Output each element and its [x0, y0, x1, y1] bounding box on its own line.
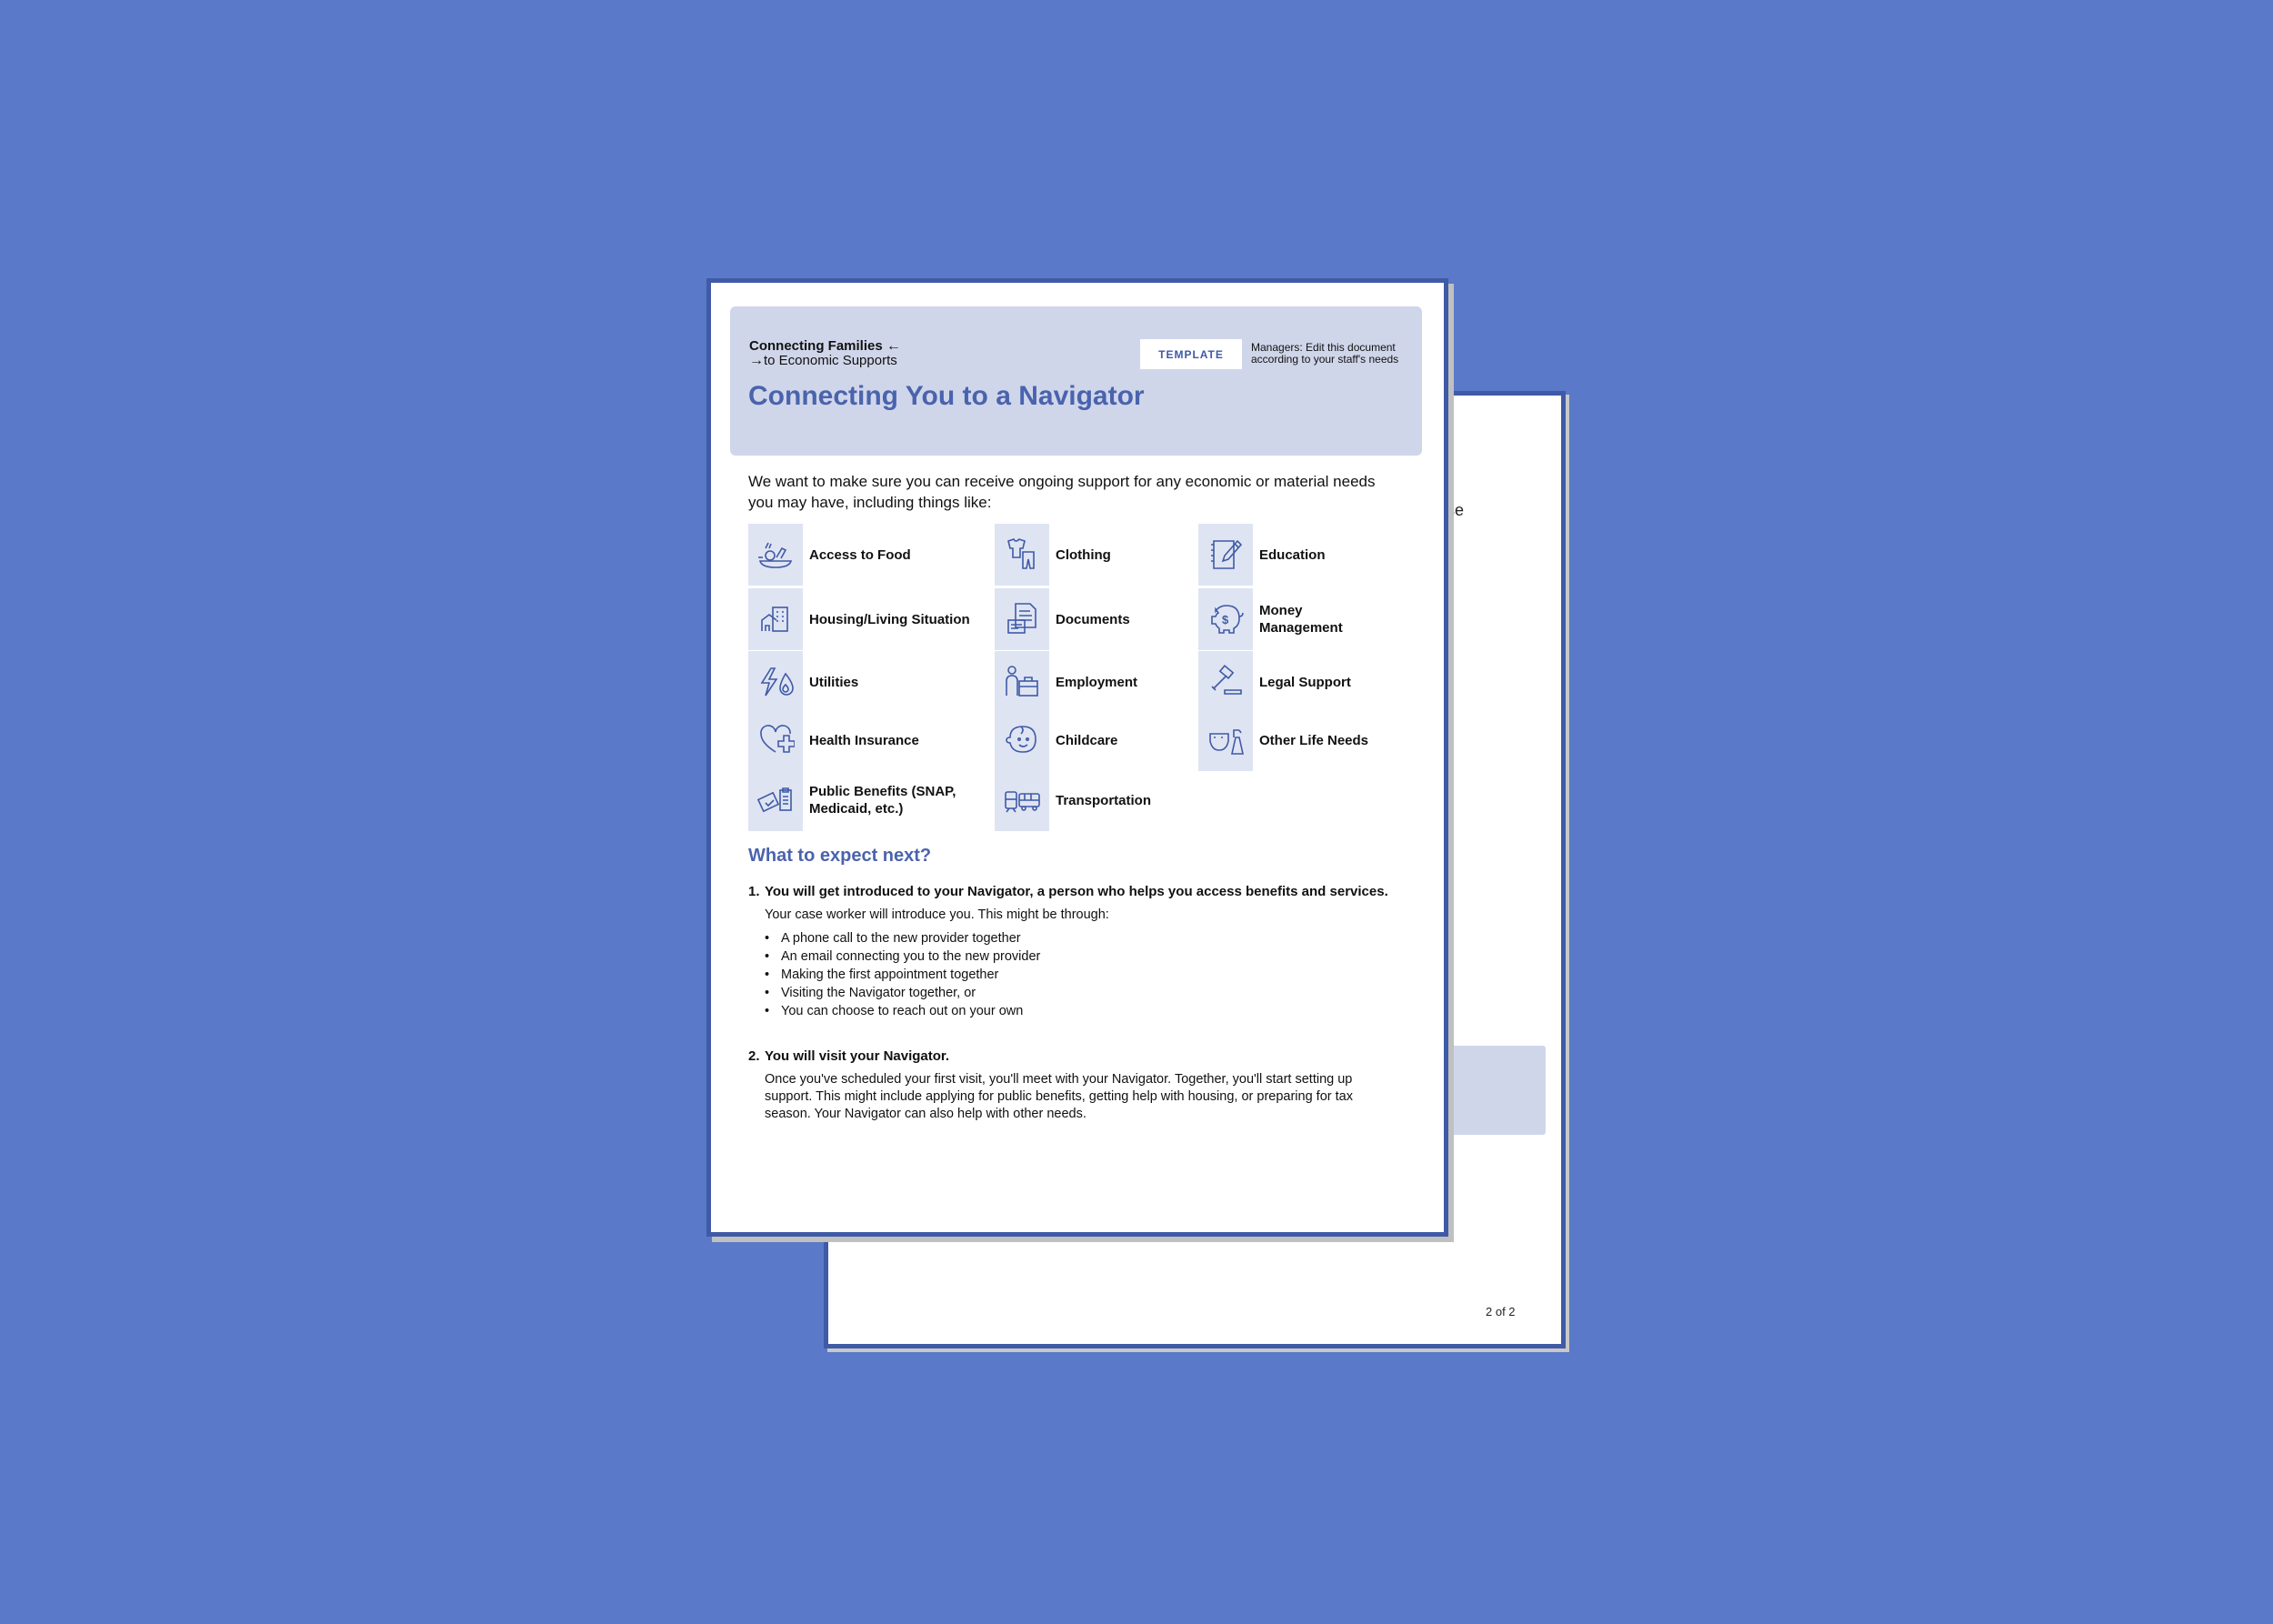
need-label: Clothing	[1056, 546, 1111, 563]
manager-note: Managers: Edit this document according t…	[1251, 341, 1399, 366]
need-label: Utilities	[809, 674, 859, 690]
step-1-title: 1. You will get introduced to your Naviga…	[748, 884, 1421, 899]
need-label: Access to Food	[809, 546, 911, 563]
need-item-utilities: Utilities	[748, 651, 858, 713]
need-item-other: Other Life Needs	[1198, 709, 1368, 771]
need-label: Other Life Needs	[1259, 732, 1369, 748]
step-1-description: Your case worker will introduce you. Thi…	[765, 907, 1109, 922]
page-header: Connecting Families ← →to Economic Suppo…	[730, 306, 1422, 456]
logo-line-2: to Economic Supports	[764, 353, 897, 368]
need-item-food: Access to Food	[748, 524, 911, 586]
list-item: You can choose to reach out on your own	[765, 1002, 1421, 1020]
step-title-text: You will visit your Navigator.	[765, 1048, 950, 1064]
logo: Connecting Families ← →to Economic Suppo…	[749, 339, 901, 368]
need-label: Transportation	[1056, 792, 1152, 808]
piggy-bank-icon: $	[1198, 588, 1253, 650]
list-item: Making the first appointment together	[765, 966, 1421, 984]
benefits-icon	[748, 769, 803, 831]
need-item-health: Health Insurance	[748, 709, 919, 771]
need-label: Public Benefits (SNAP, Medicaid, etc.)	[809, 784, 956, 817]
svg-text:$: $	[1222, 613, 1229, 627]
need-label: Childcare	[1056, 732, 1118, 748]
need-item-documents: Documents	[995, 588, 1130, 650]
need-item-transportation: Transportation	[995, 769, 1151, 831]
page-number: 2 of 2	[1486, 1305, 1516, 1318]
list-item: Visiting the Navigator together, or	[765, 984, 1421, 1002]
list-item: A phone call to the new provider togethe…	[765, 929, 1421, 947]
next-steps-heading: What to expect next?	[748, 846, 932, 866]
intro-text: We want to make sure you can receive ong…	[748, 473, 1376, 511]
arrow-left-icon: ←	[886, 338, 901, 354]
need-item-education: Education	[1198, 524, 1326, 586]
step-2-title: 2. You will visit your Navigator.	[748, 1048, 1421, 1064]
need-item-housing: Housing/Living Situation	[748, 588, 970, 650]
need-item-benefits: Public Benefits (SNAP, Medicaid, etc.)	[748, 769, 964, 831]
clothing-icon	[995, 524, 1049, 586]
template-badge: TEMPLATE	[1140, 339, 1242, 369]
step-2: 2. You will visit your Navigator. Once yo…	[748, 1048, 1421, 1123]
need-label: Legal Support	[1259, 674, 1351, 690]
list-item: An email connecting you to the new provi…	[765, 947, 1421, 966]
logo-line-1: Connecting Families	[749, 338, 883, 354]
need-label: Education	[1259, 546, 1326, 563]
front-page: Connecting Families ← →to Economic Suppo…	[706, 278, 1448, 1237]
transportation-icon	[995, 769, 1049, 831]
need-item-childcare: Childcare	[995, 709, 1117, 771]
childcare-icon	[995, 709, 1049, 771]
need-label: Documents	[1056, 611, 1130, 627]
need-item-clothing: Clothing	[995, 524, 1111, 586]
utilities-icon	[748, 651, 803, 713]
step-title-text: You will get introduced to your Navigato…	[765, 884, 1388, 899]
step-1-options: A phone call to the new provider togethe…	[765, 929, 1421, 1020]
need-label: Money Management	[1259, 603, 1343, 636]
page-title: Connecting You to a Navigator	[748, 381, 1145, 411]
health-icon	[748, 709, 803, 771]
employment-icon	[995, 651, 1049, 713]
need-label: Health Insurance	[809, 732, 919, 748]
need-item-money: $ Money Management	[1198, 588, 1359, 650]
arrow-right-icon: →	[749, 353, 764, 368]
step-number: 2.	[748, 1048, 760, 1064]
step-2-description: Once you've scheduled your first visit, …	[765, 1072, 1353, 1121]
diaper-icon	[1198, 709, 1253, 771]
documents-icon	[995, 588, 1049, 650]
step-number: 1.	[748, 884, 760, 899]
need-item-legal: Legal Support	[1198, 651, 1351, 713]
need-label: Housing/Living Situation	[809, 611, 970, 627]
need-item-employment: Employment	[995, 651, 1137, 713]
food-icon	[748, 524, 803, 586]
need-label: Employment	[1056, 674, 1138, 690]
step-1: 1. You will get introduced to your Naviga…	[748, 884, 1421, 1020]
housing-icon	[748, 588, 803, 650]
gavel-icon	[1198, 651, 1253, 713]
education-icon	[1198, 524, 1253, 586]
